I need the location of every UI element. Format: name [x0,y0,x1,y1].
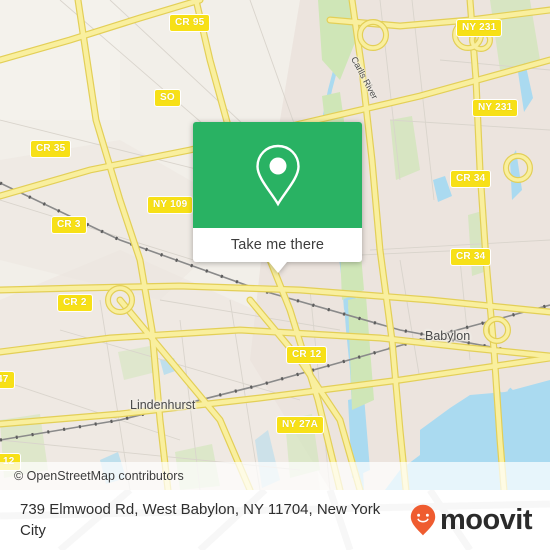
moovit-map-screenshot: CR 95 NY 231 SO NY 231 CR 35 CR 34 NY 109 CR 3 C… [0,0,550,550]
osm-attribution-text[interactable]: © OpenStreetMap contributors [14,469,184,483]
place-label: Lindenhurst [130,398,196,412]
road-shield: CR 95 [169,14,211,32]
map-canvas[interactable]: CR 95 NY 231 SO NY 231 CR 35 CR 34 NY 109 CR 3 C… [0,0,550,490]
road-shield: CR 3 [51,216,87,234]
road-shield: CR 35 [30,140,72,158]
road-shield: NY 231 [456,19,503,37]
take-me-there-label: Take me there [230,237,325,253]
popup-tail-pointer [268,262,287,273]
road-shield: NY 27A [276,416,325,434]
road-shield: CR 34 [450,170,492,188]
location-popup-card[interactable]: Take me there [193,122,362,273]
road-shield: CR 12 [286,346,328,364]
road-shield: CR 2 [57,294,93,312]
address-label: 739 Elmwood Rd, West Babylon, NY 11704, … [20,501,381,539]
moovit-wordmark: moovit [439,503,533,536]
road-shield: NY 231 [472,99,519,117]
moovit-logo[interactable]: moovit [410,503,533,536]
footer-bar: 739 Elmwood Rd, West Babylon, NY 11704, … [0,490,550,550]
moovit-smiley-pin-icon [410,504,436,536]
popup-icon-panel [193,122,362,228]
map-pin-icon [255,144,300,207]
popup-action-panel[interactable]: Take me there [193,228,362,273]
road-shield: CR 34 [450,248,492,266]
road-shield: 47 [0,371,15,389]
map-attribution-bar: © OpenStreetMap contributors [0,462,550,490]
place-label: Babylon [425,329,471,343]
road-shield: SO [154,89,181,107]
road-shield: NY 109 [147,196,194,214]
